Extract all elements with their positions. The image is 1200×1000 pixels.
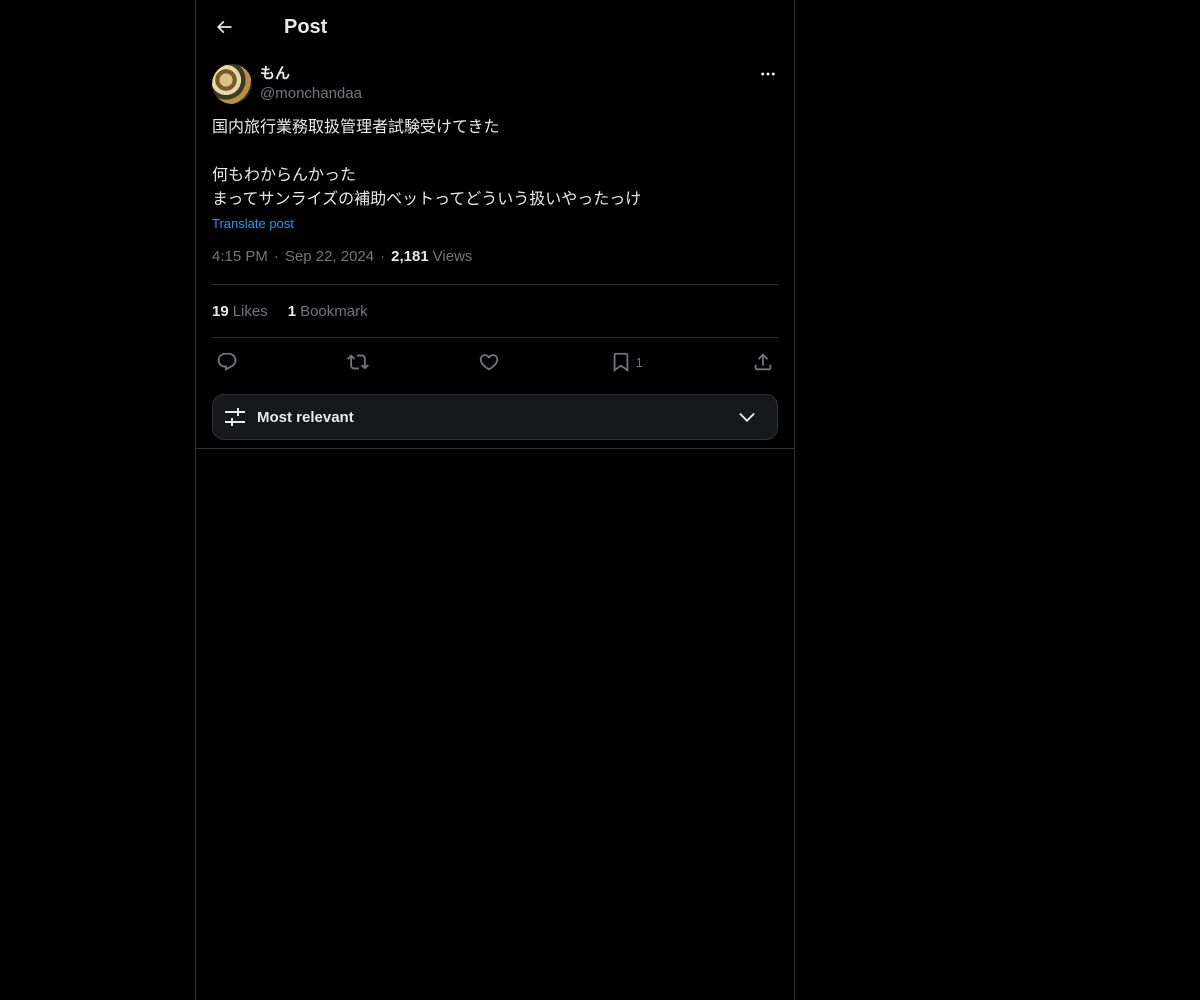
repost-button[interactable] — [347, 351, 370, 373]
repost-icon — [347, 351, 370, 373]
chevron-down-icon — [735, 405, 759, 429]
post-meta-block: 4:15 PM · Sep 22, 2024 · 2,181 Views — [212, 244, 778, 284]
author-names: もん @monchandaa — [260, 64, 362, 104]
likes-label: Likes — [232, 302, 268, 320]
meta-separator: · — [273, 247, 279, 265]
stats-row: 19 Likes 1 Bookmark — [212, 285, 778, 337]
translate-post-link[interactable]: Translate post — [212, 212, 294, 236]
views-label: Views — [432, 247, 473, 265]
author-handle[interactable]: @monchandaa — [260, 84, 362, 104]
views-count: 2,181 — [391, 247, 429, 265]
heart-icon — [478, 351, 500, 373]
bookmarks-count: 1 — [287, 302, 297, 320]
reply-button[interactable] — [216, 351, 238, 373]
post-date[interactable]: Sep 22, 2024 — [285, 248, 374, 265]
share-button[interactable] — [752, 351, 774, 373]
bookmarks-label: Bookmark — [300, 302, 368, 320]
page-header: Post — [196, 0, 794, 54]
meta-separator: · — [380, 247, 386, 265]
likes-count: 19 — [212, 302, 229, 320]
more-options-button[interactable] — [758, 64, 778, 84]
likes-stat[interactable]: 19 Likes — [212, 303, 268, 320]
reply-icon — [216, 351, 238, 373]
main-column: Post もん @monchandaa 国内旅行業務取扱管理者試験受けてきた 何… — [195, 0, 795, 1000]
post-text: 国内旅行業務取扱管理者試験受けてきた 何もわからんかった まってサンライズの補助… — [212, 119, 642, 208]
like-button[interactable] — [478, 351, 500, 373]
sort-label: Most relevant — [257, 408, 354, 426]
arrow-left-icon — [214, 17, 234, 37]
post-meta: 4:15 PM · Sep 22, 2024 · 2,181 Views — [212, 244, 778, 268]
bookmark-button[interactable]: 1 — [610, 351, 643, 373]
post-time[interactable]: 4:15 PM — [212, 248, 268, 265]
bookmark-action-count: 1 — [635, 354, 643, 370]
avatar[interactable] — [212, 64, 252, 104]
sliders-icon — [223, 405, 247, 429]
page-title: Post — [284, 15, 328, 38]
bookmarks-stat[interactable]: 1 Bookmark — [288, 303, 368, 320]
bookmark-icon — [610, 351, 632, 373]
back-button[interactable] — [212, 15, 236, 39]
actions-row: 1 — [212, 338, 778, 386]
more-horizontal-icon — [759, 65, 777, 83]
sort-replies-dropdown[interactable]: Most relevant — [212, 394, 778, 440]
share-icon — [752, 351, 774, 373]
post: もん @monchandaa 国内旅行業務取扱管理者試験受けてきた 何もわからん… — [196, 64, 794, 449]
author-display-name[interactable]: もん — [260, 64, 362, 84]
author-row: もん @monchandaa — [212, 64, 778, 104]
